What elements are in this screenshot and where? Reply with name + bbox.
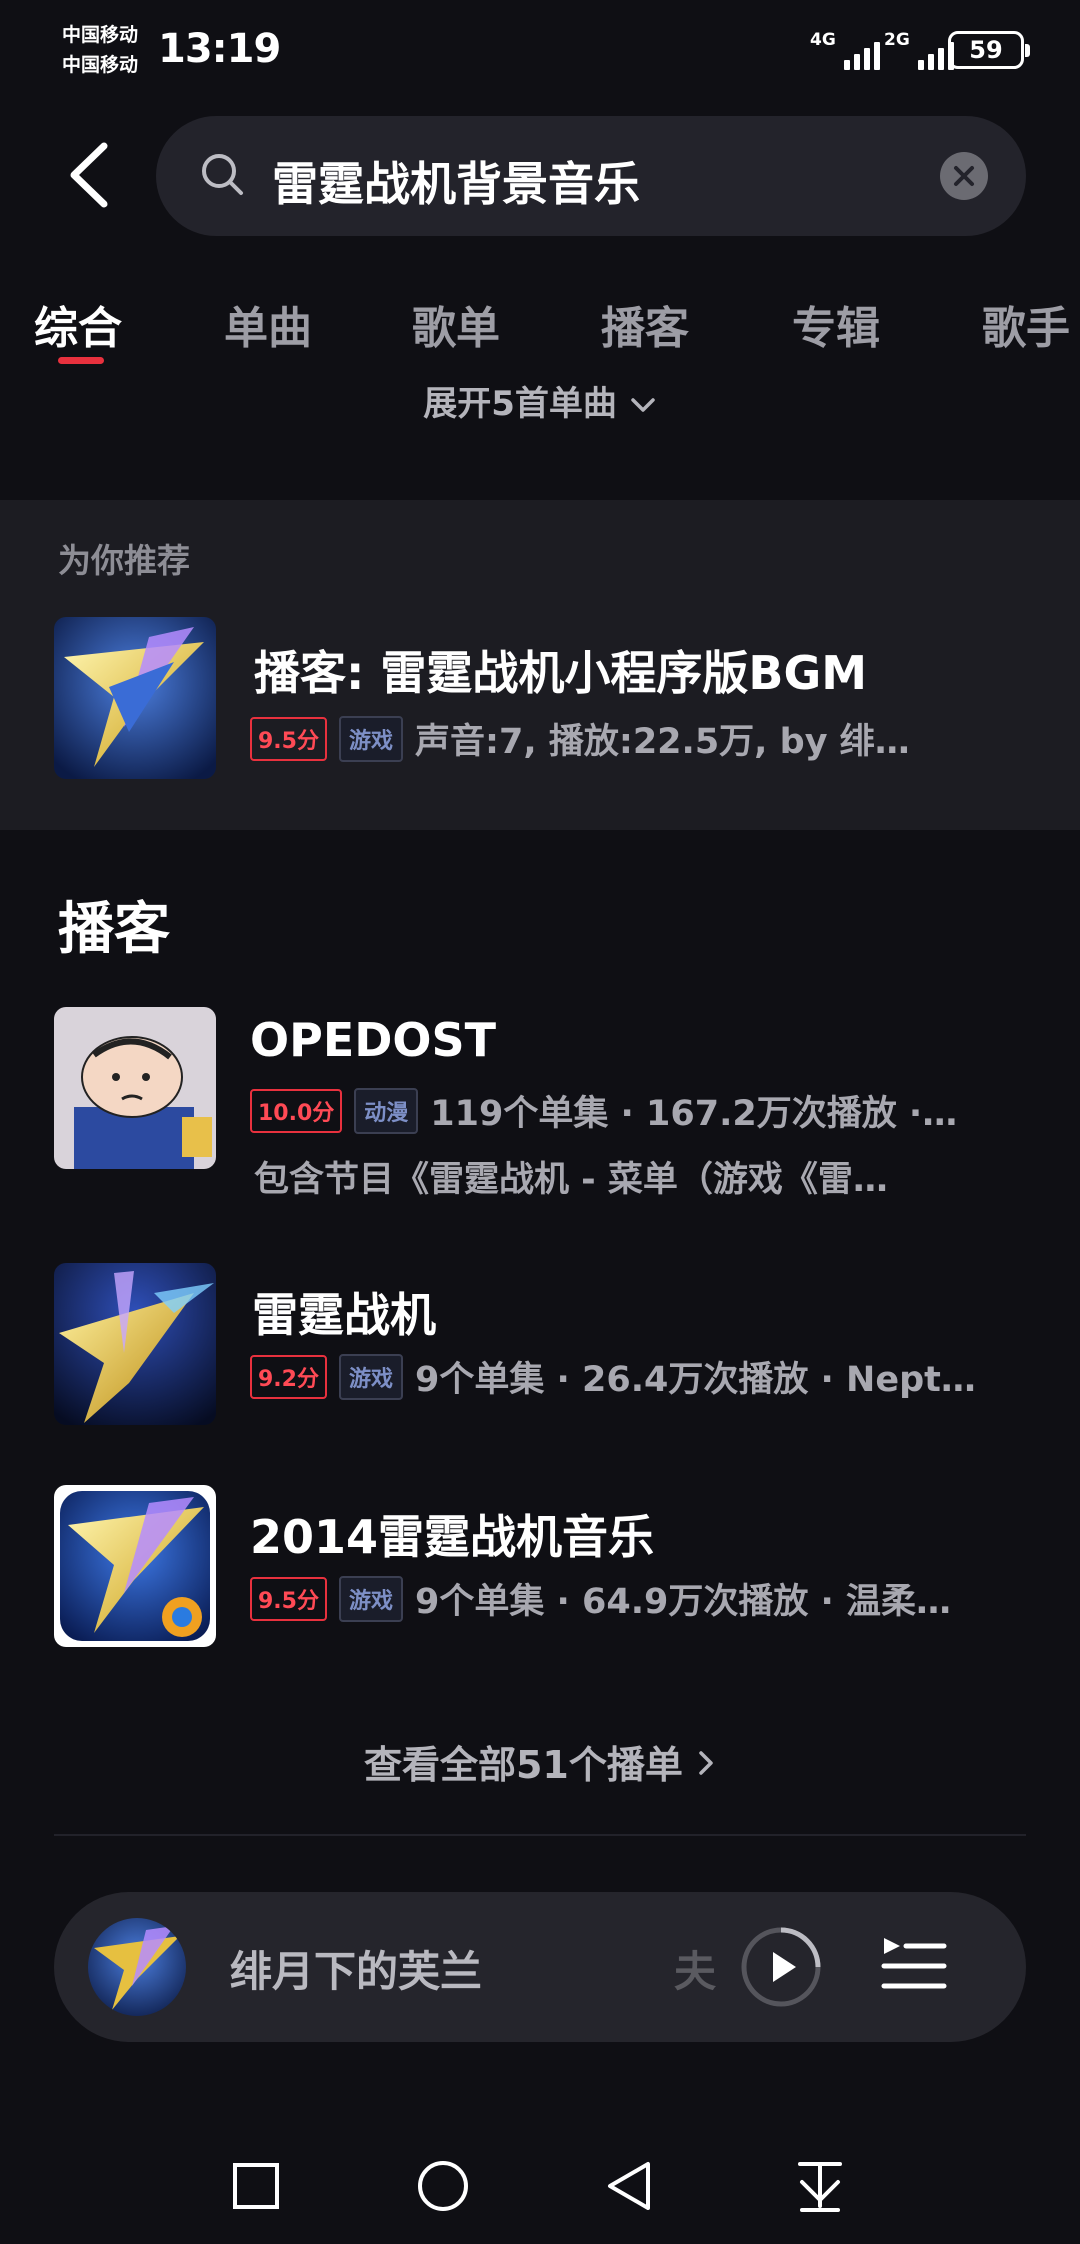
signal-2g-icon: 2G [884,30,954,70]
square-icon [233,2163,279,2209]
notification-pull-button[interactable] [790,2156,850,2216]
net-2-label: 2G [884,30,910,50]
close-icon [954,166,974,186]
podcast-section-heading: 播客 [58,897,170,962]
jet-app-icon-image [54,1485,216,1647]
recommend-heading: 为你推荐 [58,541,190,580]
cartoon-cover-image [54,1007,216,1169]
mini-player[interactable]: 绯月下的芙兰 夫 [54,1892,1026,2042]
jet-cover-image [54,617,216,779]
playlist-queue-button[interactable] [874,1926,954,2006]
recommend-stats: 声音:7, 播放:22.5万, by 绯… [415,722,910,762]
nav-back-button[interactable] [600,2156,660,2216]
view-all-label: 查看全部51个播单 [363,1743,683,1787]
podcast-stats: 119个单集 · 167.2万次播放 ·… [430,1094,958,1134]
triangle-back-icon [608,2162,650,2210]
podcast-meta: 9.2分 游戏 9个单集 · 26.4万次播放 · Nept… [250,1351,1030,1402]
tab-albums[interactable]: 专辑 [792,292,880,356]
carrier-2: 中国移动 [62,54,139,76]
tab-playlists[interactable]: 歌单 [412,292,500,356]
battery-level: 59 [969,36,1003,64]
tab-all[interactable]: 综合 [34,292,122,356]
podcast-item[interactable]: 2014雷霆战机音乐 9.5分 游戏 9个单集 · 64.9万次播放 · 温柔… [54,1485,1026,1647]
podcast-title: OPEDOST [250,1013,497,1067]
now-playing-cover [88,1918,186,2016]
carrier-1: 中国移动 [62,24,139,46]
back-button[interactable] [60,140,120,210]
pull-down-icon [798,2162,842,2212]
clear-search-button[interactable] [940,152,988,200]
chevron-right-icon [699,1751,713,1775]
podcast-description: 包含节目《雷霆战机 - 菜单（游戏《雷… [254,1160,888,1200]
chevron-down-icon [631,398,655,412]
score-badge: 9.5分 [250,1576,327,1621]
tab-artists[interactable]: 歌手 [982,292,1070,356]
recommend-title: 播客: 雷霆战机小程序版BGM [254,646,868,700]
play-button[interactable] [730,1916,832,2018]
section-divider [54,1834,1026,1836]
podcast-title: 2014雷霆战机音乐 [250,1510,655,1564]
category-tag: 游戏 [338,1575,403,1622]
podcast-title: 雷霆战机 [252,1288,436,1342]
view-all-podcasts-link[interactable]: 查看全部51个播单 [0,1734,1080,1789]
podcast-stats: 9个单集 · 26.4万次播放 · Nept… [415,1360,976,1400]
podcast-item[interactable]: 雷霆战机 9.2分 游戏 9个单集 · 26.4万次播放 · Nept… [54,1263,1026,1425]
expand-songs-button[interactable]: 展开5首单曲 [0,376,1080,425]
category-tag: 游戏 [338,715,403,762]
play-icon [741,1927,821,2007]
category-tag: 游戏 [338,1353,403,1400]
carrier-labels: 中国移动 中国移动 [62,20,138,80]
score-badge: 9.2分 [250,1354,327,1399]
category-tag: 动漫 [354,1087,419,1134]
search-icon [202,154,243,195]
podcast-item[interactable]: OPEDOST 10.0分 动漫 119个单集 · 167.2万次播放 ·… 包… [54,1007,1026,1200]
expand-label: 展开5首单曲 [423,384,617,424]
jet-cover-image [54,1263,216,1425]
circle-icon [418,2161,468,2211]
search-input[interactable]: 雷霆战机背景音乐 [156,116,1026,236]
chevron-left-icon [70,142,108,208]
home-button[interactable] [413,2156,473,2216]
score-badge: 9.5分 [250,716,327,761]
signal-4g-icon: 4G [810,30,880,70]
recommend-meta: 9.5分 游戏 声音:7, 播放:22.5万, by 绯… [250,713,1010,764]
score-badge: 10.0分 [250,1088,343,1133]
recommend-item[interactable]: 播客: 雷霆战机小程序版BGM 9.5分 游戏 声音:7, 播放:22.5万, … [54,617,1026,779]
next-title-fragment: 夫 [674,1947,717,1996]
net-1-label: 4G [810,30,836,50]
tab-podcasts[interactable]: 播客 [601,292,689,356]
podcast-stats: 9个单集 · 64.9万次播放 · 温柔… [415,1582,952,1622]
podcast-meta: 10.0分 动漫 119个单集 · 167.2万次播放 ·… [250,1085,1030,1136]
queue-list-icon [881,1938,947,1989]
now-playing-title: 绯月下的芙兰 [230,1947,483,1996]
status-clock: 13:19 [158,26,281,72]
tab-songs[interactable]: 单曲 [224,292,312,356]
recent-apps-button[interactable] [226,2156,286,2216]
active-tab-indicator [58,357,104,364]
podcast-meta: 9.5分 游戏 9个单集 · 64.9万次播放 · 温柔… [250,1573,1030,1624]
search-query: 雷霆战机背景音乐 [272,157,640,211]
battery-icon: 59 [948,31,1030,69]
